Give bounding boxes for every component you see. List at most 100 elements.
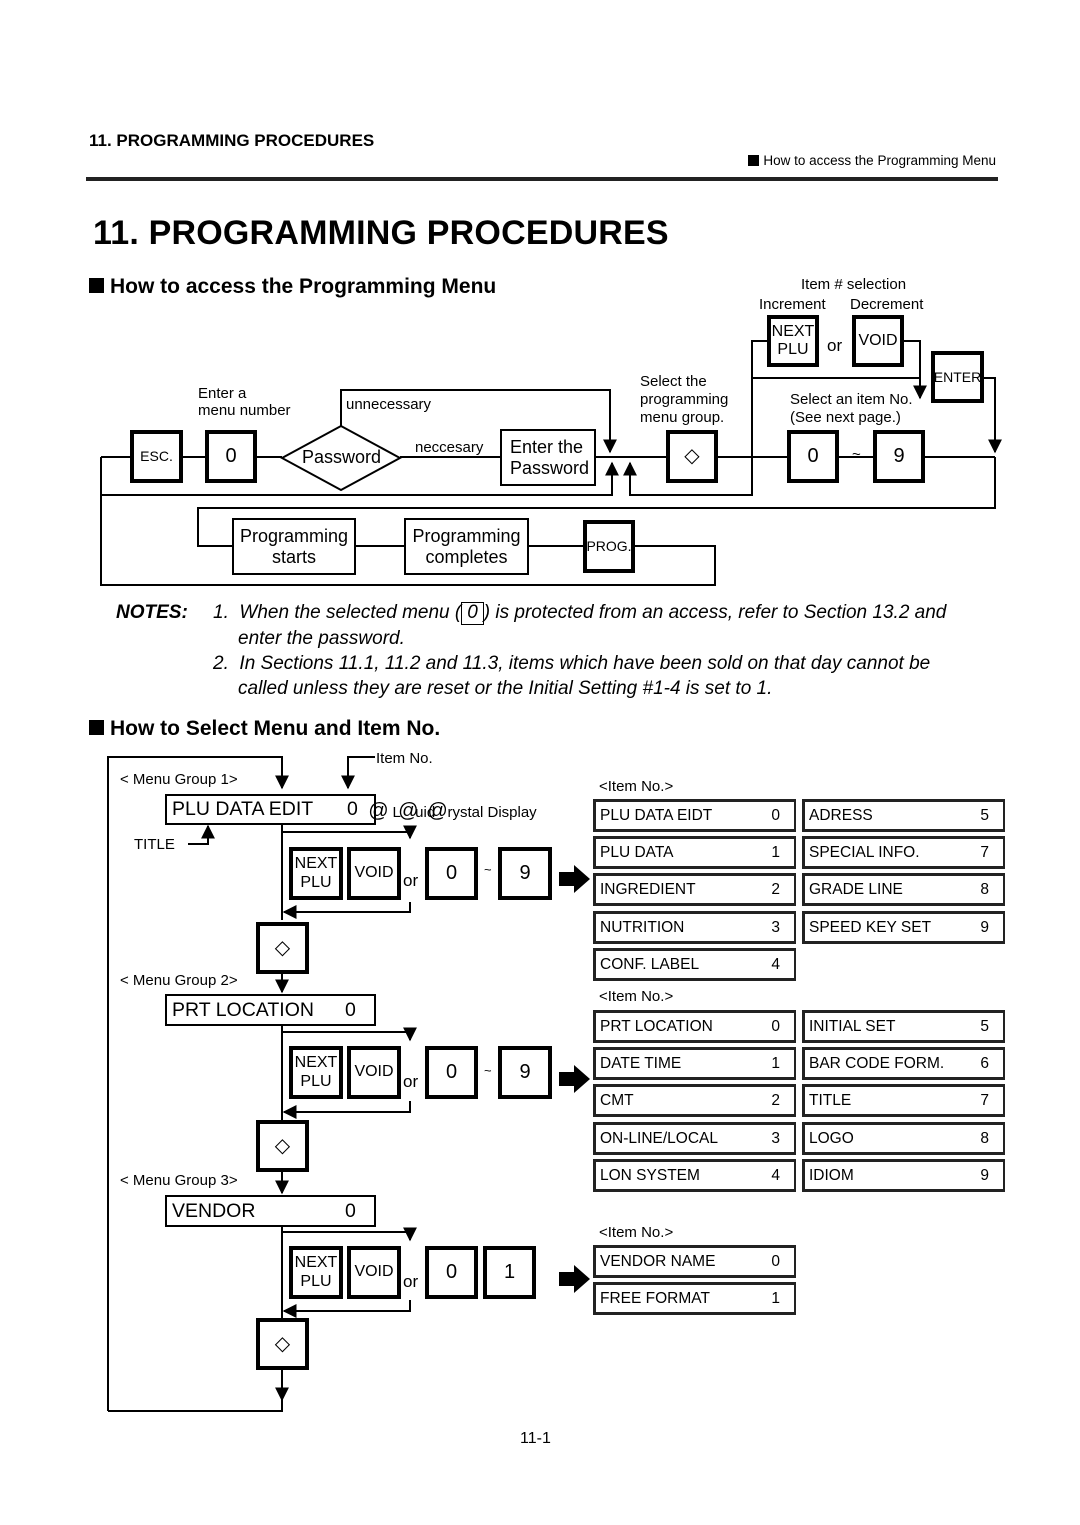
menu-group-1-label: < Menu Group 1>	[120, 771, 238, 788]
item-number: 9	[980, 1166, 989, 1184]
item-name: LON SYSTEM	[600, 1166, 700, 1184]
enter-key[interactable]: ENTER	[931, 351, 984, 403]
item-number: 0	[771, 1017, 780, 1035]
next-plu-key[interactable]: NEXT PLU	[289, 1046, 343, 1099]
notes-label: NOTES:	[116, 602, 188, 623]
item-number: 7	[980, 843, 989, 861]
section-heading-access: How to access the Programming Menu	[89, 275, 496, 299]
next-plu-key[interactable]: NEXT PLU	[289, 847, 343, 900]
programming-completes-box: Programming completes	[404, 518, 529, 575]
item-row: ON-LINE/LOCAL 3	[593, 1122, 796, 1155]
running-title: 11. PROGRAMMING PROCEDURES	[89, 131, 375, 150]
digit-key-a[interactable]: 0	[425, 1046, 478, 1099]
note-2: 2. In Sections 11.1, 11.2 and 11.3, item…	[213, 653, 931, 674]
or-label: or	[827, 336, 843, 355]
square-bullet-icon	[748, 155, 760, 166]
item-row: LON SYSTEM 4	[593, 1159, 796, 1192]
item-name: ADRESS	[809, 806, 873, 824]
digit-key-b[interactable]: 9	[498, 1046, 552, 1099]
item-number: 3	[771, 1129, 780, 1147]
programming-starts-box: Programming starts	[232, 518, 356, 575]
item-number: 5	[980, 1017, 989, 1035]
item-name: VENDOR NAME	[600, 1252, 716, 1270]
note-2-cont: called unless they are reset or the Init…	[238, 678, 773, 699]
digit-key-b[interactable]: 1	[483, 1246, 536, 1299]
item-number: 2	[771, 880, 780, 898]
next-plu-key[interactable]: NEXT PLU	[289, 1246, 343, 1299]
item-name: CONF. LABEL	[600, 955, 700, 973]
lcd-display-group-2: PRT LOCATION 0	[165, 994, 376, 1026]
item-number: 2	[771, 1091, 780, 1109]
item-number: 4	[771, 955, 780, 973]
item-name: SPECIAL INFO.	[809, 843, 920, 861]
item-row: FREE FORMAT 1	[593, 1282, 796, 1315]
item-number: 8	[980, 880, 989, 898]
or-label: or	[403, 1072, 419, 1091]
item-name: PRT LOCATION	[600, 1017, 713, 1035]
item-number: 4	[771, 1166, 780, 1184]
lcd-callout: @ L@uid@rystal Display	[368, 800, 537, 822]
tilde-label: ~	[852, 446, 861, 463]
digit-key-a[interactable]: 0	[425, 1246, 478, 1299]
item-name: PLU DATA	[600, 843, 674, 861]
item-name: NUTRITION	[600, 918, 685, 936]
item-number: 0	[771, 806, 780, 824]
password-decision-label: Password	[302, 447, 382, 467]
item-no-header: <Item No.>	[599, 778, 674, 795]
item-row: PLU DATA EIDT 0	[593, 799, 796, 832]
digit-key-b[interactable]: 9	[498, 847, 552, 900]
diamond-icon: ◇	[684, 445, 700, 467]
item-row: BAR CODE FORM. 6	[802, 1047, 1005, 1080]
square-bullet-icon	[89, 720, 104, 735]
zero-key[interactable]: 0	[205, 430, 257, 483]
item-name: TITLE	[809, 1091, 852, 1109]
item-name: SPEED KEY SET	[809, 918, 932, 936]
menu-group-key[interactable]: ◇	[256, 1318, 309, 1370]
next-plu-key[interactable]: NEXT PLU	[767, 315, 819, 367]
digit-0-key[interactable]: 0	[787, 430, 839, 483]
item-number: 1	[771, 843, 780, 861]
unnecessary-label: unnecessary	[346, 396, 432, 413]
item-row: INITIAL SET 5	[802, 1010, 1005, 1043]
void-key[interactable]: VOID	[852, 315, 904, 367]
page-number: 11-1	[520, 1430, 551, 1447]
item-number: 0	[771, 1252, 780, 1270]
digit-key-a[interactable]: 0	[425, 847, 478, 900]
item-row: INGREDIENT 2	[593, 873, 796, 906]
esc-key[interactable]: ESC.	[130, 430, 183, 483]
item-selection-label: Item # selection	[801, 276, 907, 293]
item-row: CMT 2	[593, 1084, 796, 1117]
menu-group-key[interactable]: ◇	[256, 1120, 309, 1172]
item-row: ADRESS 5	[802, 799, 1005, 832]
diamond-icon: ◇	[274, 1332, 291, 1355]
void-key[interactable]: VOID	[347, 1246, 401, 1299]
item-row: LOGO 8	[802, 1122, 1005, 1155]
item-name: LOGO	[809, 1129, 854, 1147]
item-row: CONF. LABEL 4	[593, 948, 796, 981]
prog-key[interactable]: PROG.	[583, 520, 635, 573]
item-row: TITLE 7	[802, 1084, 1005, 1117]
menu-group-key[interactable]: ◇	[256, 922, 309, 974]
item-no-header: <Item No.>	[599, 1224, 674, 1241]
increment-label: Increment	[759, 296, 826, 313]
menu-group-key[interactable]: ◇	[666, 430, 718, 483]
title-callout: TITLE	[134, 836, 175, 853]
item-row: NUTRITION 3	[593, 911, 796, 944]
item-number: 9	[980, 918, 989, 936]
necessary-label: neccesary	[415, 439, 484, 456]
item-row: IDIOM 9	[802, 1159, 1005, 1192]
item-name: GRADE LINE	[809, 880, 903, 898]
digit-9-key[interactable]: 9	[873, 430, 925, 483]
void-key[interactable]: VOID	[347, 847, 401, 900]
item-name: BAR CODE FORM.	[809, 1054, 945, 1072]
item-number: 7	[980, 1091, 989, 1109]
item-number: 5	[980, 806, 989, 824]
item-number: 3	[771, 918, 780, 936]
running-section: How to access the Programming Menu	[748, 153, 996, 169]
item-no-callout: Item No.	[376, 750, 433, 767]
item-number: 1	[771, 1054, 780, 1072]
item-number: 1	[771, 1289, 780, 1307]
item-name: IDIOM	[809, 1166, 854, 1184]
void-key[interactable]: VOID	[347, 1046, 401, 1099]
select-item-label: Select an item No. (See next page.)	[790, 391, 913, 426]
